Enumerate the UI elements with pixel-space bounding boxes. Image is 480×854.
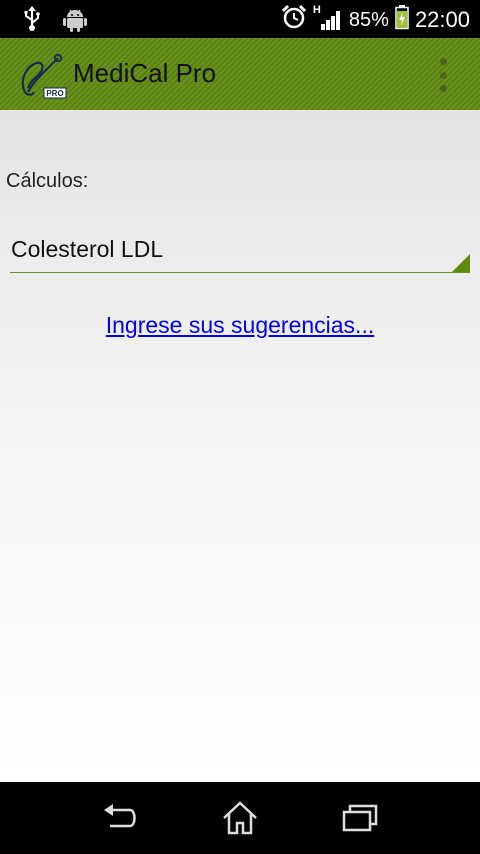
app-title: MediCal Pro	[73, 58, 217, 88]
spinner-dropdown-icon	[452, 254, 470, 272]
status-right: H 85% 22:00	[281, 4, 470, 36]
logo-badge-text: PRO	[46, 89, 63, 98]
suggestions-link[interactable]: Ingrese sus sugerencias...	[0, 312, 480, 339]
status-bar: H 85% 22:00	[0, 0, 480, 38]
battery-charging-icon	[395, 4, 409, 36]
android-debug-icon	[62, 6, 88, 37]
recent-apps-button[interactable]	[340, 800, 380, 836]
overflow-dot	[439, 71, 447, 79]
spinner-selected-value: Colesterol LDL	[11, 236, 164, 262]
action-bar: PRO MediCal Pro	[0, 38, 480, 110]
home-icon	[223, 801, 257, 835]
back-icon	[104, 804, 136, 828]
back-button[interactable]	[100, 800, 140, 836]
navigation-bar	[0, 782, 480, 854]
battery-percent: 85%	[348, 8, 389, 31]
screen: H 85% 22:00 PRO MediCal Pro Cálculos: Co…	[0, 0, 480, 854]
calculos-label: Cálculos:	[6, 170, 89, 192]
usb-icon	[22, 6, 42, 37]
alarm-icon	[281, 4, 307, 36]
main-content: Cálculos: Colesterol LDL Ingrese sus sug…	[0, 110, 480, 782]
overflow-menu-icon[interactable]	[436, 58, 450, 92]
overflow-dot	[439, 85, 447, 92]
overflow-dot	[439, 58, 447, 65]
app-logo-icon[interactable]: PRO	[18, 50, 68, 100]
calculation-spinner[interactable]: Colesterol LDL	[10, 232, 470, 273]
clock: 22:00	[414, 7, 470, 32]
recent-apps-icon	[342, 804, 378, 832]
status-left	[22, 6, 88, 37]
signal-icon: H	[313, 4, 343, 33]
home-button[interactable]	[220, 800, 260, 836]
